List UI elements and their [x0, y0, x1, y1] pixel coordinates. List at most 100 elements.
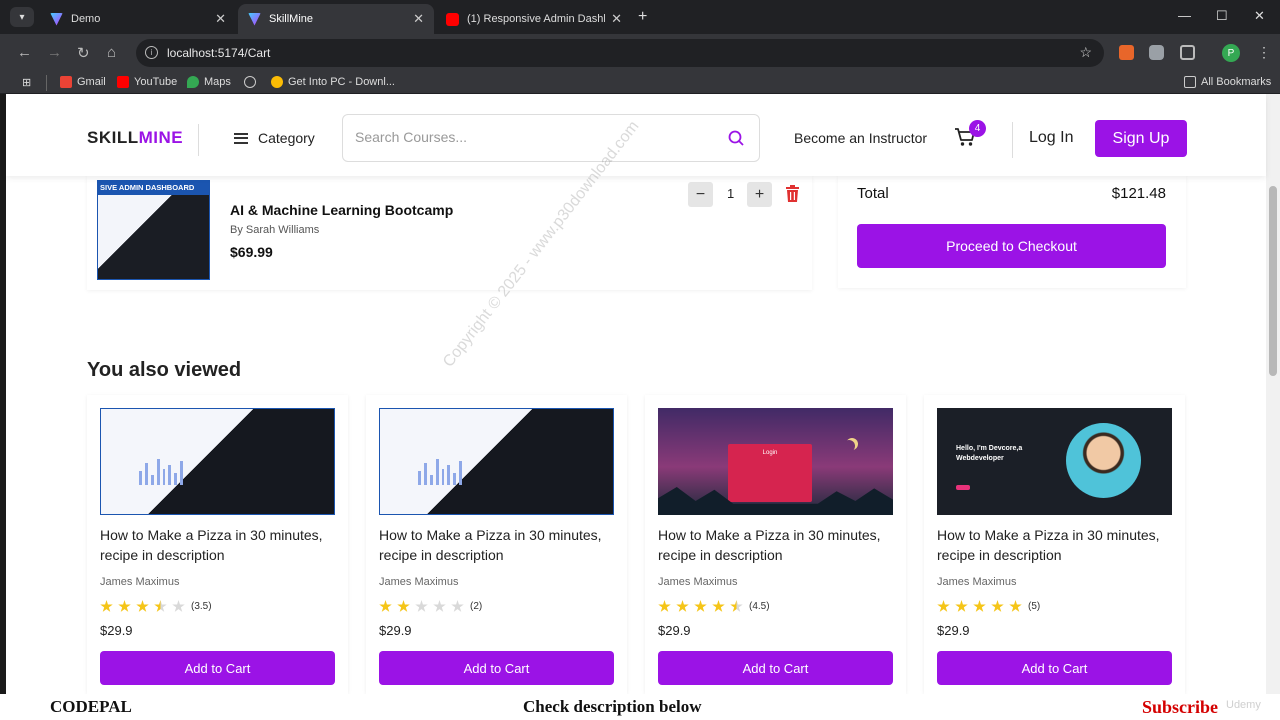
- extension-fox-icon[interactable]: [1119, 45, 1134, 60]
- add-to-cart-button[interactable]: Add to Cart: [100, 651, 335, 685]
- back-icon[interactable]: ←: [17, 44, 32, 61]
- developer-avatar-graphic: [1066, 423, 1141, 498]
- bookmark-gmail[interactable]: Gmail: [60, 76, 106, 88]
- course-title[interactable]: How to Make a Pizza in 30 minutes, recip…: [379, 525, 614, 565]
- close-icon[interactable]: ✕: [611, 11, 622, 27]
- course-thumbnail[interactable]: [379, 408, 614, 515]
- add-to-cart-button[interactable]: Add to Cart: [937, 651, 1172, 685]
- course-rating: (5): [937, 600, 1040, 613]
- checkout-button[interactable]: Proceed to Checkout: [857, 224, 1166, 268]
- star-half-icon: [154, 600, 167, 612]
- home-icon[interactable]: ⌂: [107, 44, 116, 61]
- course-card[interactable]: How to Make a Pizza in 30 minutes, recip…: [87, 395, 348, 694]
- g-icon: [271, 76, 283, 88]
- camera-icon[interactable]: [1149, 45, 1164, 60]
- bookmarks-bar: ⊞ Gmail YouTube Maps Get Into PC - Downl…: [0, 72, 1280, 94]
- scrollbar-thumb[interactable]: [1269, 186, 1277, 376]
- cart-item-thumbnail: SIVE ADMIN DASHBOARD: [97, 180, 210, 280]
- cart-count-badge: 4: [969, 120, 986, 137]
- trash-icon[interactable]: [785, 185, 800, 202]
- star-full-icon: [100, 600, 113, 612]
- new-tab-icon[interactable]: +: [638, 8, 647, 26]
- star-full-icon: [136, 600, 149, 612]
- close-icon[interactable]: ✕: [215, 11, 226, 27]
- star-full-icon: [991, 600, 1004, 612]
- become-instructor-link[interactable]: Become an Instructor: [794, 130, 927, 146]
- subscribe-text: Subscribe: [1142, 697, 1219, 717]
- total-value: $121.48: [1111, 185, 1166, 202]
- add-to-cart-button[interactable]: Add to Cart: [379, 651, 614, 685]
- window-close-icon[interactable]: ✕: [1254, 8, 1265, 24]
- course-title[interactable]: How to Make a Pizza in 30 minutes, recip…: [937, 525, 1172, 565]
- search-box[interactable]: [342, 114, 760, 162]
- tab-youtube[interactable]: (1) Responsive Admin Dashboa ✕: [436, 4, 632, 34]
- course-card[interactable]: How to Make a Pizza in 30 minutes, recip…: [366, 395, 627, 694]
- course-card[interactable]: Hello, I'm Devcore,a Webdeveloper How to…: [924, 395, 1185, 694]
- section-title: You also viewed: [87, 359, 242, 381]
- order-summary: Total $121.48 Proceed to Checkout: [838, 176, 1186, 288]
- site-logo[interactable]: SKILLMINE: [87, 128, 183, 148]
- extensions-puzzle-icon[interactable]: [1180, 45, 1195, 60]
- course-author: James Maximus: [379, 576, 459, 588]
- course-author: James Maximus: [658, 576, 738, 588]
- bookmark-label: Maps: [204, 76, 231, 88]
- login-link[interactable]: Log In: [1029, 129, 1073, 147]
- category-menu[interactable]: Category: [234, 130, 315, 146]
- cart-item-price: $69.99: [230, 244, 273, 260]
- rating-count: (3.5): [191, 601, 212, 612]
- search-input[interactable]: [355, 129, 715, 145]
- tab-search-button[interactable]: ▾: [10, 7, 34, 27]
- minimize-icon[interactable]: —: [1178, 8, 1191, 23]
- reload-icon[interactable]: ↻: [77, 44, 90, 62]
- course-thumbnail[interactable]: Hello, I'm Devcore,a Webdeveloper: [937, 408, 1172, 515]
- tab-skillmine[interactable]: SkillMine ✕: [238, 4, 434, 34]
- decrease-quantity-button[interactable]: −: [688, 182, 713, 207]
- url-text[interactable]: localhost:5174/Cart: [167, 46, 270, 60]
- cart-item-card: SIVE ADMIN DASHBOARD AI & Machine Learni…: [87, 176, 812, 290]
- maps-icon: [187, 76, 199, 88]
- maximize-icon[interactable]: ☐: [1216, 8, 1228, 24]
- bookmark-maps[interactable]: Maps: [187, 76, 231, 88]
- tab-demo[interactable]: Demo ✕: [40, 4, 236, 34]
- scrollbar-track[interactable]: [1266, 94, 1280, 694]
- profile-avatar[interactable]: P: [1222, 44, 1240, 62]
- hamburger-icon: [234, 132, 248, 144]
- add-to-cart-button[interactable]: Add to Cart: [658, 651, 893, 685]
- site-header: SKILLMINE Category Become an Instructor …: [6, 94, 1266, 176]
- course-rating: (3.5): [100, 600, 212, 613]
- hire-pill-graphic: [956, 485, 970, 490]
- close-icon[interactable]: ✕: [413, 11, 424, 27]
- description-hint: Check description below: [523, 697, 702, 716]
- star-half-icon: [730, 600, 743, 612]
- globe-icon: [244, 76, 256, 88]
- bookmark-youtube[interactable]: YouTube: [117, 76, 177, 88]
- course-title[interactable]: How to Make a Pizza in 30 minutes, recip…: [100, 525, 335, 565]
- menu-kebab-icon[interactable]: ⋮: [1257, 44, 1271, 61]
- udemy-watermark: Udemy: [1226, 699, 1261, 711]
- search-icon[interactable]: [728, 130, 744, 146]
- rating-count: (5): [1028, 601, 1041, 612]
- bookmark-star-icon[interactable]: ☆: [1079, 44, 1092, 61]
- cart-item-title[interactable]: AI & Machine Learning Bootcamp: [230, 202, 453, 218]
- increase-quantity-button[interactable]: +: [747, 182, 772, 207]
- course-title[interactable]: How to Make a Pizza in 30 minutes, recip…: [658, 525, 893, 565]
- site-info-icon[interactable]: i: [145, 46, 158, 59]
- apps-grid-icon[interactable]: ⊞: [22, 76, 31, 89]
- logo-part2: MINE: [138, 128, 184, 147]
- address-toolbar: ← → ↻ ⌂ i localhost:5174/Cart ☆ P ⋮: [0, 34, 1280, 72]
- channel-name: CODEPAL: [50, 697, 132, 716]
- left-edge: [0, 94, 6, 694]
- tab-title: (1) Responsive Admin Dashboa: [467, 13, 605, 25]
- bookmark-getintopc[interactable]: Get Into PC - Downl...: [271, 76, 395, 88]
- course-author: James Maximus: [100, 576, 180, 588]
- course-thumbnail[interactable]: Login: [658, 408, 893, 515]
- course-card[interactable]: Login How to Make a Pizza in 30 minutes,…: [645, 395, 906, 694]
- course-thumbnail[interactable]: [100, 408, 335, 515]
- quantity-value: 1: [727, 186, 735, 201]
- bookmark-globe[interactable]: [244, 76, 261, 88]
- omnibox[interactable]: i localhost:5174/Cart ☆: [136, 39, 1104, 67]
- all-bookmarks[interactable]: All Bookmarks: [1184, 76, 1271, 88]
- bookmark-label: Gmail: [77, 76, 106, 88]
- signup-button[interactable]: Sign Up: [1095, 120, 1187, 157]
- forward-icon[interactable]: →: [47, 44, 62, 61]
